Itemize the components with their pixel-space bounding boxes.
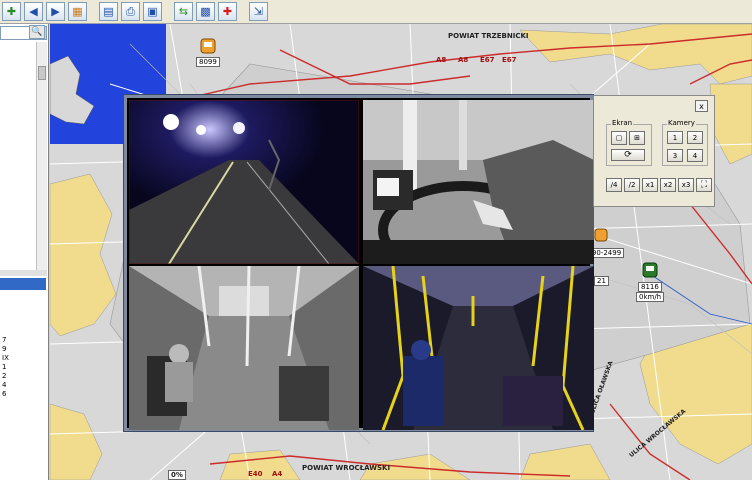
camera-feed-3[interactable] [129, 266, 359, 430]
list-item[interactable]: IX [0, 354, 46, 363]
close-button[interactable]: x [695, 100, 708, 112]
app-logo-icon[interactable]: ✚ [2, 2, 21, 21]
zoom-percent: 0% [168, 470, 186, 480]
save-icon[interactable]: ▣ [143, 2, 162, 21]
camera-feed-2[interactable] [363, 100, 594, 264]
camera-2-button[interactable]: 2 [687, 131, 703, 144]
tree-hscrollbar[interactable] [0, 270, 47, 276]
route-icon[interactable]: ⇆ [174, 2, 193, 21]
forward-icon[interactable]: ▶ [46, 2, 65, 21]
disk-icon[interactable]: ▩ [196, 2, 215, 21]
powiat-bottom-label: POWIAT WROCŁAWSKI [302, 464, 391, 472]
search-icon[interactable]: 🔍 [29, 25, 45, 39]
ekran-group: Ekran ▢ ⊞ ⟳ [606, 119, 652, 166]
speed-x1-button[interactable]: x1 [642, 178, 658, 192]
list-item[interactable]: 7 [0, 336, 46, 345]
camera-4-button[interactable]: 4 [687, 149, 703, 162]
scrollbar-thumb[interactable] [38, 66, 46, 80]
print-icon[interactable]: ⎙ [121, 2, 140, 21]
toolbar: ✚ ◀ ▶ ▦ ▤ ⎙ ▣ ⇆ ▩ ✚ ⇲ [0, 0, 752, 24]
app-window: ✚ ◀ ▶ ▦ ▤ ⎙ ▣ ⇆ ▩ ✚ ⇲ ▾ 🔍 7 9 IX 1 2 4 [0, 0, 752, 480]
kamery-group: Kamery 1 2 3 4 [662, 119, 708, 166]
single-view-button[interactable]: ▢ [611, 131, 627, 145]
speed-half-button[interactable]: /2 [624, 178, 640, 192]
bus-icon [200, 38, 216, 54]
road-label: A8 [458, 56, 469, 64]
speed-quarter-button[interactable]: /4 [606, 178, 622, 192]
list-item[interactable]: 6 [0, 390, 46, 399]
camera-3-button[interactable]: 3 [667, 149, 683, 162]
tree-scrollbar[interactable] [36, 42, 47, 272]
map-tool-icon[interactable]: ▦ [68, 2, 87, 21]
tram-icon [642, 262, 658, 278]
speed-x2-button[interactable]: x2 [660, 178, 676, 192]
camera-1-button[interactable]: 1 [667, 131, 683, 144]
vehicle-tree[interactable] [0, 42, 38, 270]
road-label: E67 [480, 56, 495, 64]
road-label: A8 [436, 56, 447, 64]
vehicle-speed: 0km/h [636, 292, 665, 302]
camera-feed-1[interactable] [129, 100, 359, 264]
exit-icon[interactable]: ⇲ [249, 2, 268, 21]
layer-icon[interactable]: ▤ [99, 2, 118, 21]
road-label: A4 [272, 470, 283, 478]
selected-row[interactable] [0, 278, 46, 290]
powiat-top-label: POWIAT TRZEBNICKI [448, 32, 529, 40]
vehicle-tag[interactable]: 8116 [638, 282, 662, 292]
camera-feed-4[interactable] [363, 266, 594, 430]
quad-view-button[interactable]: ⊞ [629, 131, 645, 145]
list-item[interactable]: 9 [0, 345, 46, 354]
camera-control-panel: x Ekran ▢ ⊞ ⟳ Kamery 1 2 3 4 /4 /2 x1 x2… [593, 95, 715, 207]
bus-icon [594, 228, 608, 242]
vehicle-tag[interactable]: 21 [594, 276, 609, 286]
refresh-button[interactable]: ⟳ [611, 149, 645, 161]
number-list: 7 9 IX 1 2 4 6 [0, 336, 46, 399]
speed-x3-button[interactable]: x3 [678, 178, 694, 192]
list-item[interactable]: 4 [0, 381, 46, 390]
medical-cross-icon[interactable]: ✚ [218, 2, 237, 21]
ekran-title: Ekran [611, 119, 634, 127]
road-label: E40 [248, 470, 263, 478]
video-window[interactable] [124, 95, 594, 431]
kamery-title: Kamery [667, 119, 696, 127]
road-label: E67 [502, 56, 517, 64]
back-icon[interactable]: ◀ [24, 2, 43, 21]
fullscreen-icon[interactable]: ⛶ [696, 178, 712, 192]
list-item[interactable]: 1 [0, 363, 46, 372]
list-item[interactable]: 2 [0, 372, 46, 381]
vehicle-tag[interactable]: 8099 [196, 57, 220, 67]
left-panel: ▾ 🔍 7 9 IX 1 2 4 6 [0, 24, 49, 480]
